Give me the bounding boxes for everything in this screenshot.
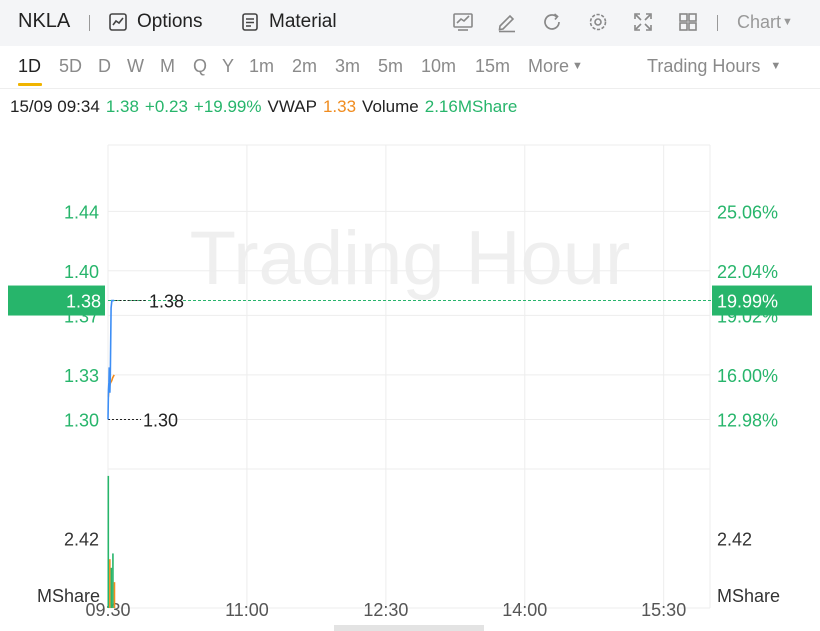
intraday-chart[interactable]: Trading Hour1.44 25.06%1.40 22.04%1.37 19.0… (0, 0, 820, 631)
y-axis-right-tick: 25.06% (717, 202, 778, 222)
x-axis-tick: 11:00 (225, 600, 269, 620)
y-axis-left-tick: 1.33 (64, 366, 99, 386)
chart-scrollbar[interactable] (334, 625, 484, 631)
volume-bar (110, 567, 113, 608)
high-marker-label: 1.38 (149, 292, 184, 312)
x-axis-tick: 15:30 (641, 600, 686, 620)
current-price-badge-text: 1.38 (66, 292, 101, 312)
volume-axis-left-tick: 2.42 (64, 530, 99, 550)
volume-unit-right: MShare (717, 586, 780, 606)
price-series-line (107, 299, 115, 420)
x-axis-tick: 14:00 (502, 600, 547, 620)
volume-bar (107, 475, 110, 608)
volume-bar (109, 559, 111, 608)
y-axis-right-tick: 16.00% (717, 366, 778, 386)
y-axis-left-tick: 1.44 (64, 202, 99, 222)
y-axis-right-tick: 22.04% (717, 262, 778, 282)
volume-axis-right-tick: 2.42 (717, 530, 752, 550)
chart-watermark: Trading Hour (190, 216, 631, 301)
y-axis-left-tick: 1.30 (64, 410, 99, 430)
y-axis-right-tick: 12.98% (717, 410, 778, 430)
low-marker-label: 1.30 (143, 410, 178, 430)
x-axis-tick: 12:30 (363, 600, 408, 620)
volume-bar (112, 553, 114, 608)
volume-unit-left: MShare (37, 586, 100, 606)
y-axis-left-tick: 1.40 (64, 262, 99, 282)
current-pct-badge-text: 19.99% (717, 292, 778, 312)
volume-bar (113, 582, 116, 608)
